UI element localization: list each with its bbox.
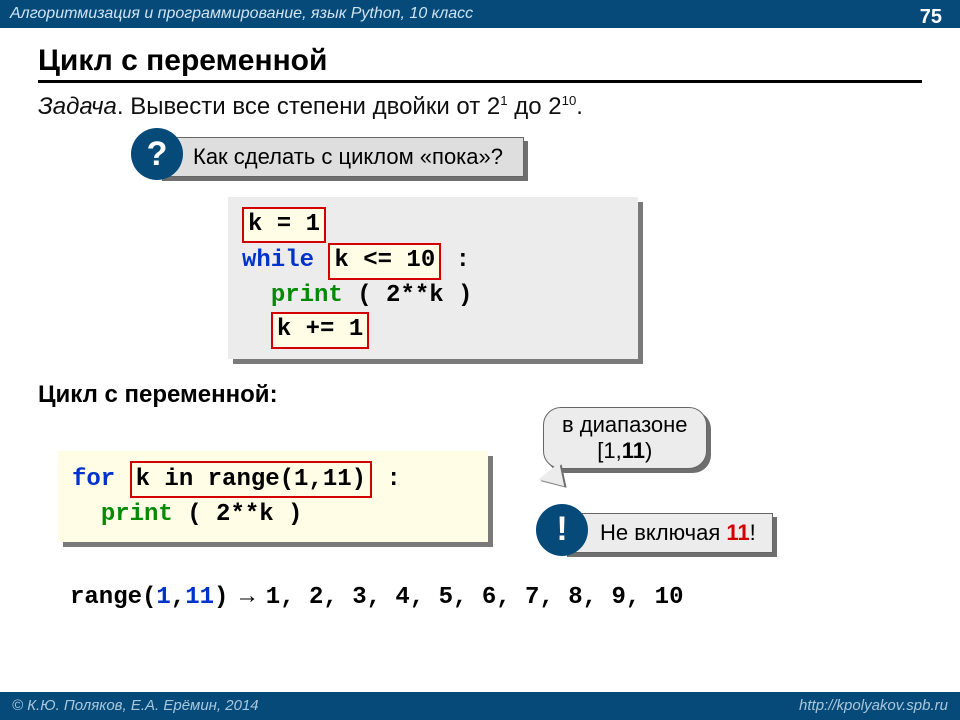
page-number: 75 xyxy=(920,3,942,31)
task-label: Задача xyxy=(38,93,117,120)
callout-tail-icon xyxy=(536,462,564,490)
for-row: в диапазоне [1,11) for k in range(1,11) … xyxy=(38,451,922,542)
course-label: Алгоритмизация и программирование, язык … xyxy=(10,5,473,22)
code-line-3: print ( 2**k ) xyxy=(242,280,624,312)
code-line-2: while k <= 10 : xyxy=(242,243,624,279)
range-callout: в диапазоне [1,11) xyxy=(543,407,707,469)
exclaim-box: ! Не включая 11! xyxy=(563,513,773,553)
exclaim-badge: ! xyxy=(536,504,588,556)
for-line-1: for k in range(1,11) : xyxy=(72,461,474,499)
footer-url: http://kpolyakov.spb.ru xyxy=(799,692,948,720)
for-line-2: print ( 2**k ) xyxy=(72,498,474,532)
exclaim-callout: ! Не включая 11! xyxy=(563,513,773,553)
question-badge: ? xyxy=(131,128,183,180)
task-statement: Задача. Вывести все степени двойки от 21… xyxy=(38,93,922,121)
hint-text: Как сделать с циклом «пока»? xyxy=(193,144,503,169)
for-subheading: Цикл с переменной: xyxy=(38,381,922,409)
code-for-block: for k in range(1,11) : print ( 2**k ) xyxy=(58,451,488,542)
range-expansion: range(1,11) → 1, 2, 3, 4, 5, 6, 7, 8, 9,… xyxy=(70,582,922,611)
copyright: © К.Ю. Поляков, Е.А. Ерёмин, 2014 xyxy=(12,692,259,720)
hint-box: ? Как сделать с циклом «пока»? xyxy=(158,137,524,177)
code-line-1: k = 1 xyxy=(242,207,624,243)
code-while-block: k = 1 while k <= 10 : print ( 2**k ) k +… xyxy=(228,197,638,359)
code-line-4: k += 1 xyxy=(242,312,624,348)
slide-title: Цикл с переменной xyxy=(38,44,922,83)
header-bar: Алгоритмизация и программирование, язык … xyxy=(0,0,960,28)
question-callout: ? Как сделать с циклом «пока»? xyxy=(158,137,922,177)
slide-content: Цикл с переменной Задача. Вывести все ст… xyxy=(0,28,960,611)
footer-bar: © К.Ю. Поляков, Е.А. Ерёмин, 2014 http:/… xyxy=(0,692,960,720)
